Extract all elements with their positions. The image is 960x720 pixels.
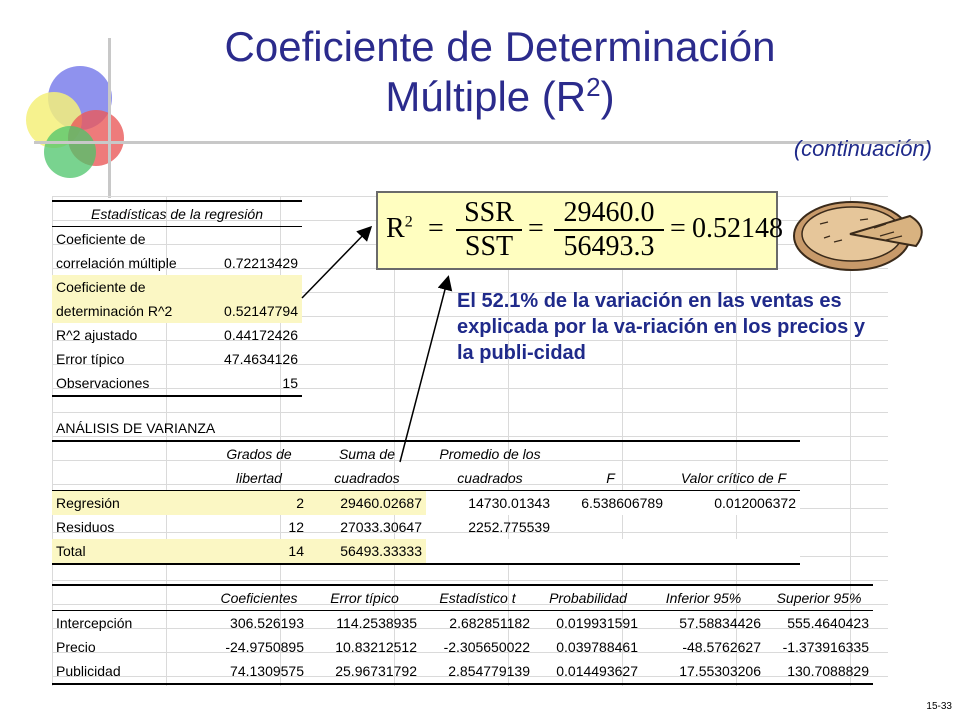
stat-label: Error típico bbox=[56, 351, 125, 367]
stat-label: Observaciones bbox=[52, 371, 210, 397]
coef-cell: 0.014493627 bbox=[534, 659, 642, 685]
coefficients-block: Coeficientes Error típico Estadístico t … bbox=[52, 584, 873, 685]
anova-header: cuadrados bbox=[308, 466, 426, 491]
anova-block: ANÁLISIS DE VARIANZA Grados de Suma de P… bbox=[52, 416, 800, 565]
regression-stats-block: Estadísticas de la regresión Coeficiente… bbox=[52, 200, 302, 397]
anova-cell: 27033.30647 bbox=[340, 519, 422, 535]
coef-cell: -48.5762627 bbox=[682, 639, 761, 655]
title-line2-suffix: ) bbox=[600, 73, 615, 120]
pie-icon bbox=[793, 201, 923, 271]
formula-denominator: 56493.3 bbox=[554, 229, 664, 263]
coef-header: Probabilidad bbox=[534, 584, 642, 611]
anova-cell: 12 bbox=[288, 519, 304, 535]
anova-cell: 6.538606789 bbox=[554, 490, 667, 515]
explanation-text: El 52.1% de la variación en las ventas e… bbox=[457, 290, 865, 364]
formula-result: 0.52148 bbox=[692, 213, 783, 244]
anova-header bbox=[554, 440, 667, 466]
formula-eq: = bbox=[428, 213, 444, 244]
anova-cell: 2252.775539 bbox=[468, 519, 550, 535]
page-number: 15-33 bbox=[926, 701, 952, 712]
coef-cell: 114.2538935 bbox=[336, 615, 417, 631]
coef-header: Coeficientes bbox=[210, 584, 308, 611]
title-superscript: 2 bbox=[586, 72, 601, 102]
stat-label: R^2 ajustado bbox=[56, 327, 138, 343]
anova-header: F bbox=[554, 466, 667, 491]
anova-cell: 56493.33333 bbox=[308, 539, 426, 565]
coef-cell: 57.58834426 bbox=[679, 615, 761, 631]
page-title: Coeficiente de Determinación Múltiple (R… bbox=[0, 22, 960, 122]
coef-cell: 25.96731792 bbox=[308, 659, 421, 685]
stat-value: 0.72213429 bbox=[224, 255, 298, 271]
formula-eq: = bbox=[670, 213, 686, 244]
coef-cell: 2.854779139 bbox=[421, 659, 534, 685]
formula-numerator: SSR bbox=[464, 197, 514, 228]
stat-value: 47.4634126 bbox=[224, 351, 298, 367]
coef-cell: -1.373916335 bbox=[782, 639, 869, 655]
table-row: Regresión 2 29460.02687 14730.01343 6.53… bbox=[52, 490, 800, 515]
title-line2: Múltiple (R2) bbox=[0, 72, 960, 122]
stat-value: 0.52147794 bbox=[210, 299, 302, 323]
anova-header: cuadrados bbox=[426, 466, 554, 491]
formula-lhs: R2 bbox=[386, 213, 413, 245]
anova-cell: 29460.02687 bbox=[308, 490, 426, 515]
coef-cell: 0.039788461 bbox=[556, 639, 638, 655]
table-row: Publicidad 74.1309575 25.96731792 2.8547… bbox=[52, 659, 873, 685]
coef-cell: 0.019931591 bbox=[556, 615, 638, 631]
anova-row-label: Regresión bbox=[52, 490, 210, 515]
coef-row-label: Intercepción bbox=[56, 615, 133, 631]
anova-cell: 14730.01343 bbox=[426, 490, 554, 515]
coef-header: Estadístico t bbox=[421, 584, 534, 611]
coef-cell: 2.682851182 bbox=[449, 615, 530, 631]
coef-cell: 555.4640423 bbox=[787, 615, 869, 631]
coef-cell: 10.83212512 bbox=[335, 639, 417, 655]
stat-label: determinación R^2 bbox=[52, 299, 210, 323]
anova-cell: 2 bbox=[210, 490, 308, 515]
coef-row-label: Precio bbox=[56, 639, 96, 655]
r2-formula-box: R2 = SSR SST = 29460.0 56493.3 = 0.52148 bbox=[376, 191, 783, 270]
anova-title: ANÁLISIS DE VARIANZA bbox=[56, 420, 216, 436]
anova-cell: 0.012006372 bbox=[667, 490, 800, 515]
anova-header: Suma de bbox=[308, 440, 426, 466]
coef-cell: -2.305650022 bbox=[443, 639, 530, 655]
coef-header: Superior 95% bbox=[765, 584, 873, 611]
anova-header bbox=[667, 440, 800, 466]
formula-r-sup: 2 bbox=[404, 213, 413, 231]
formula-fraction-ssr-sst: SSR SST bbox=[456, 197, 522, 263]
formula-fraction-values: 29460.0 56493.3 bbox=[554, 197, 664, 263]
anova-row-label: Residuos bbox=[56, 519, 115, 535]
title-line2-prefix: Múltiple (R bbox=[385, 73, 587, 120]
formula-r: R bbox=[386, 213, 405, 244]
stat-label: Coeficiente de bbox=[52, 275, 210, 299]
anova-header: Grados de bbox=[210, 440, 308, 466]
coef-cell: 17.55303206 bbox=[642, 659, 765, 685]
stat-value: 0.44172426 bbox=[224, 327, 298, 343]
table-row: Total 14 56493.33333 bbox=[52, 539, 800, 565]
stat-value: 15 bbox=[210, 371, 302, 397]
coef-cell: 306.526193 bbox=[230, 615, 304, 631]
coef-cell: 130.7088829 bbox=[765, 659, 873, 685]
stat-label: Coeficiente de bbox=[56, 231, 146, 247]
coef-row-label: Publicidad bbox=[52, 659, 210, 685]
formula-denominator: SST bbox=[456, 229, 522, 263]
coef-header: Error típico bbox=[308, 584, 421, 611]
anova-header: Valor crítico de F bbox=[667, 466, 800, 491]
stat-label: correlación múltiple bbox=[56, 255, 177, 271]
title-line1: Coeficiente de Determinación bbox=[224, 23, 776, 70]
formula-numerator: 29460.0 bbox=[563, 197, 655, 228]
coef-cell: 74.1309575 bbox=[210, 659, 308, 685]
regression-stats-header: Estadísticas de la regresión bbox=[52, 200, 302, 227]
anova-header: libertad bbox=[210, 466, 308, 491]
subtitle: (continuación) bbox=[793, 136, 932, 161]
table-row: Residuos 12 27033.30647 2252.775539 bbox=[52, 515, 800, 539]
coef-header: Inferior 95% bbox=[642, 584, 765, 611]
coef-cell: -24.9750895 bbox=[225, 639, 304, 655]
table-row: Intercepción 306.526193 114.2538935 2.68… bbox=[52, 611, 873, 636]
anova-row-label: Total bbox=[52, 539, 210, 565]
formula-eq: = bbox=[528, 213, 544, 244]
table-row: Precio -24.9750895 10.83212512 -2.305650… bbox=[52, 635, 873, 659]
anova-header: Promedio de los bbox=[426, 440, 554, 466]
anova-cell: 14 bbox=[210, 539, 308, 565]
